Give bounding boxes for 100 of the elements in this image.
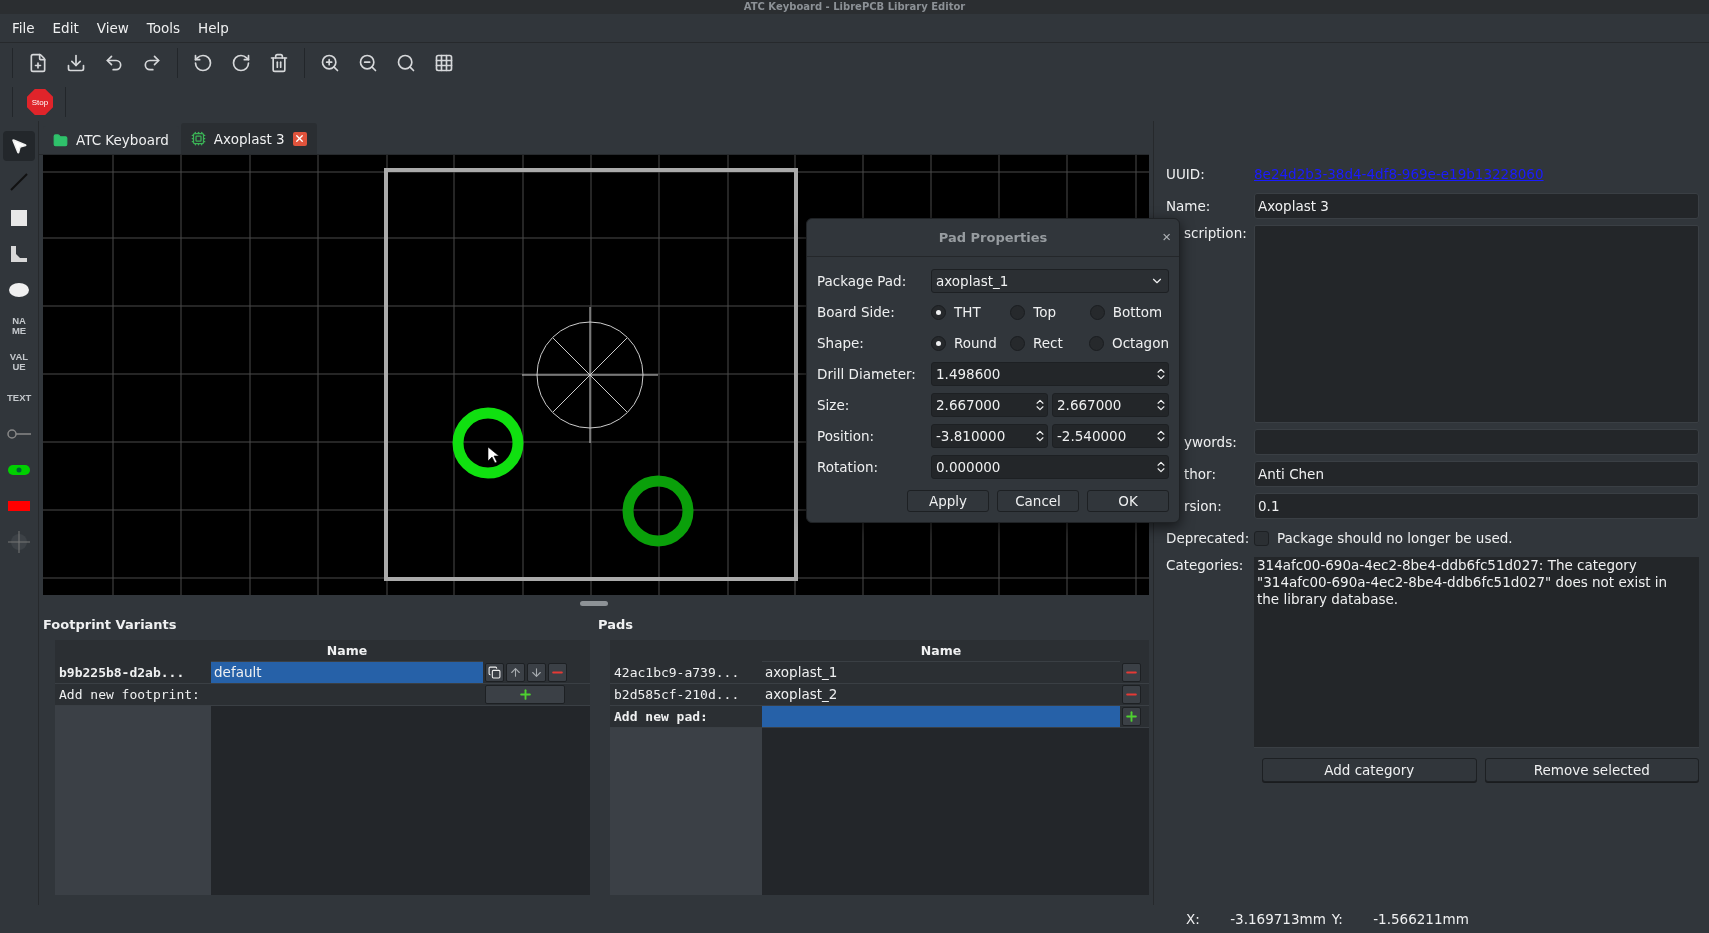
dialog-button[interactable]: Apply	[907, 490, 989, 512]
coordinate-label: X:	[1186, 911, 1200, 927]
tab[interactable]: Axoplast 3	[180, 123, 317, 154]
dialog-button[interactable]: Cancel	[997, 490, 1079, 512]
crosshair-icon	[8, 531, 30, 553]
line-icon	[9, 172, 29, 192]
field-label: scription:	[1184, 225, 1247, 241]
close-button[interactable]: ×	[1162, 229, 1171, 244]
table-cell: b2d585cf-210d...	[610, 684, 762, 706]
add-row-label: Add new footprint:	[55, 684, 211, 706]
field-label: Shape:	[817, 335, 865, 351]
field-label: ywords:	[1184, 434, 1237, 450]
tool-button[interactable]	[3, 131, 35, 161]
tool-label: TEXT	[7, 393, 31, 403]
remove-button[interactable]	[548, 663, 567, 682]
coordinate-label: Y:	[1331, 911, 1343, 927]
panel-title: Footprint Variants	[43, 616, 177, 634]
tool-button[interactable]: TEXT	[3, 383, 35, 413]
table-cell: 42ac1bc9-a739...	[610, 662, 762, 684]
radio-option[interactable]: Round	[931, 335, 1010, 351]
hole-icon	[7, 428, 31, 440]
field-label: Drill Diameter:	[817, 366, 917, 382]
plus-icon	[517, 687, 533, 702]
polygon-icon	[10, 245, 28, 263]
action-button[interactable]: Remove selected	[1484, 758, 1699, 782]
radio-button[interactable]	[931, 304, 946, 320]
coordinate-value: -1.566211mm	[1372, 911, 1469, 927]
table-cell[interactable]: default	[211, 662, 483, 684]
field-label: Name:	[1166, 198, 1211, 214]
pad-ring[interactable]	[622, 475, 694, 547]
stop-button[interactable]: Stop	[27, 89, 53, 115]
field-label: Size:	[817, 397, 851, 413]
field-label: Categories:	[1166, 557, 1244, 573]
input-field[interactable]: Anti Chen	[1254, 461, 1699, 487]
smt-pad-icon	[8, 501, 30, 511]
tool-label: NA ME	[10, 316, 28, 336]
chip-icon	[190, 131, 206, 146]
field-label: UUID:	[1166, 166, 1205, 182]
table-cell[interactable]: axoplast_1	[762, 662, 1120, 684]
move-up-button[interactable]	[506, 663, 525, 682]
window-title: ATC Keyboard - LibrePCB Library Editor	[743, 1, 966, 13]
table-cell[interactable]: axoplast_2	[762, 684, 1120, 706]
field-label: Deprecated:	[1166, 530, 1250, 546]
radio-option[interactable]: THT	[931, 304, 1011, 320]
radio-option[interactable]: Top	[1010, 304, 1090, 320]
remove-button[interactable]	[1122, 663, 1141, 682]
pad-ring[interactable]	[452, 407, 524, 479]
field-label: Package Pad:	[817, 273, 908, 289]
radio-option[interactable]: Bottom	[1089, 304, 1169, 320]
action-button[interactable]: Add category	[1262, 758, 1477, 782]
field-label: Position:	[817, 428, 876, 444]
radio-button[interactable]	[931, 335, 946, 351]
checkbox[interactable]	[1254, 530, 1269, 546]
radio-button[interactable]	[1089, 304, 1105, 320]
add-button[interactable]	[485, 685, 565, 704]
plus-icon	[1124, 709, 1139, 724]
arrow-down-icon	[530, 666, 543, 679]
field-label: rsion:	[1184, 498, 1222, 514]
mouse-cursor-icon	[487, 446, 500, 464]
add-button[interactable]	[1122, 707, 1141, 726]
radio-button[interactable]	[1089, 335, 1104, 351]
input-field[interactable]	[1254, 429, 1699, 455]
menu-item[interactable]: Tools	[138, 16, 189, 40]
input-field[interactable]: Axoplast 3	[1254, 193, 1699, 219]
rectangle-icon	[11, 210, 27, 226]
dialog-button[interactable]: OK	[1087, 490, 1169, 512]
spin-box[interactable]: 2.667000	[931, 393, 1048, 417]
field-label: Rotation:	[817, 459, 879, 475]
splitter-handle[interactable]	[580, 600, 608, 606]
spin-box[interactable]: -2.540000	[1052, 424, 1169, 448]
panel-title: Pads	[598, 616, 633, 634]
name-input-field[interactable]	[211, 684, 483, 706]
remove-button[interactable]	[1122, 685, 1141, 704]
coordinate-value: -3.169713mm	[1229, 911, 1326, 927]
spin-box[interactable]: 0.000000	[931, 455, 1169, 479]
spin-box[interactable]: 1.498600	[931, 362, 1169, 386]
move-down-button[interactable]	[527, 663, 546, 682]
tht-pad-icon	[8, 465, 30, 475]
copy-button[interactable]	[485, 663, 504, 682]
menu-item[interactable]: View	[88, 16, 137, 40]
ellipse-icon	[9, 283, 29, 297]
arrow-up-icon	[509, 666, 522, 679]
radio-button[interactable]	[1010, 304, 1026, 320]
close-icon[interactable]	[292, 131, 307, 146]
package-pad-dropdown[interactable]: axoplast_1	[931, 269, 1169, 293]
table-cell: b9b225b8-d2ab...	[55, 662, 211, 684]
input-field[interactable]: 0.1	[1254, 493, 1699, 519]
spin-box[interactable]: -3.810000	[931, 424, 1048, 448]
menu-item[interactable]: Edit	[44, 16, 87, 40]
radio-option[interactable]: Rect	[1010, 335, 1089, 351]
radio-option[interactable]: Octagon	[1089, 335, 1169, 351]
radio-button[interactable]	[1010, 335, 1025, 351]
tool-button[interactable]: NA ME	[3, 311, 35, 341]
menu-item[interactable]: Help	[190, 16, 237, 40]
name-input-field[interactable]	[762, 706, 1120, 728]
field-label: thor:	[1184, 466, 1216, 482]
spin-box[interactable]: 2.667000	[1052, 393, 1169, 417]
menu-item[interactable]: File	[4, 16, 43, 40]
field-label: Board Side:	[817, 304, 896, 320]
folder-icon	[53, 132, 68, 148]
